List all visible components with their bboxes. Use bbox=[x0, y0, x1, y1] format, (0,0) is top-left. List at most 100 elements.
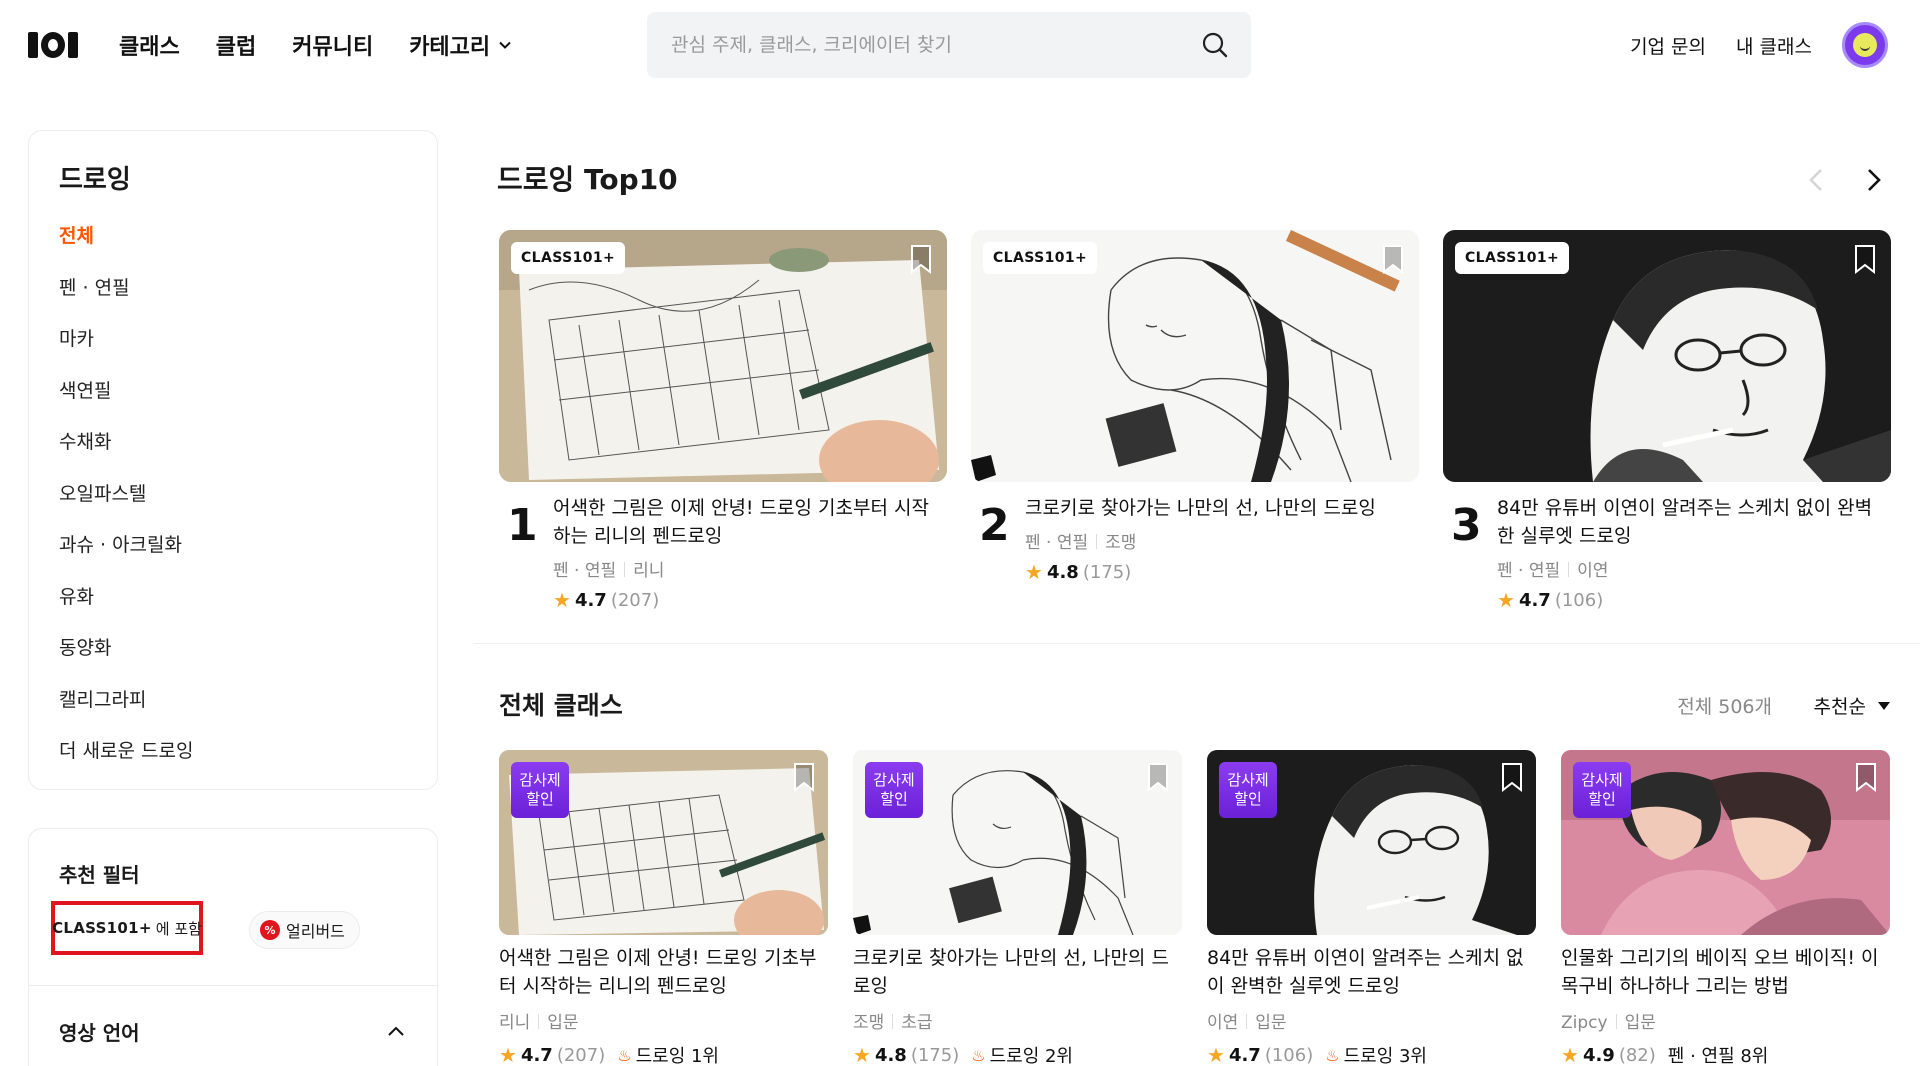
category-item-oriental-painting[interactable]: 동양화 bbox=[59, 633, 193, 685]
sort-dropdown[interactable]: 추천순 bbox=[1814, 692, 1890, 719]
all-classes-title: 전체 클래스 bbox=[499, 691, 623, 720]
my-classes-link[interactable]: 내 클래스 bbox=[1736, 32, 1812, 59]
class101-plus-label: CLASS101+ bbox=[52, 919, 152, 937]
rank-number: 3 bbox=[1451, 500, 1482, 551]
class-thumbnail[interactable]: 감사제 할인 bbox=[499, 750, 828, 935]
top10-card[interactable]: CLASS101+ 1 어색한 그림은 이제 안녕! 드로잉 기초부터 시작하는… bbox=[499, 230, 947, 612]
category-item-gouache-acrylic[interactable]: 과슈 · 아크릴화 bbox=[59, 530, 193, 582]
class-level: 입문 bbox=[1624, 1013, 1656, 1033]
chevron-right-icon[interactable] bbox=[1858, 165, 1888, 195]
class-category: 펜 · 연필 bbox=[553, 561, 617, 581]
bookmark-icon[interactable] bbox=[1500, 762, 1524, 792]
bookmark-icon[interactable] bbox=[1146, 762, 1170, 792]
class-title[interactable]: 84만 유튜버 이연이 알려주는 스케치 없이 완벽한 실루엣 드로잉 bbox=[1497, 494, 1887, 550]
chevron-left-icon[interactable] bbox=[1802, 165, 1832, 195]
class-rating: ★ 4.7 (106) ♨ 드로잉 3위 bbox=[1207, 1042, 1427, 1066]
rating-score: 4.9 bbox=[1582, 1044, 1615, 1066]
class-card[interactable]: 감사제 할인 인물화 그리기의 베이직 오브 베이직! 이목구비 하나하나 그리는… bbox=[1561, 750, 1890, 1066]
category-item-watercolor[interactable]: 수채화 bbox=[59, 427, 193, 479]
nav-classes[interactable]: 클래스 bbox=[119, 29, 180, 61]
category-item-new-drawing[interactable]: 더 새로운 드로잉 bbox=[59, 736, 193, 788]
search-input[interactable] bbox=[671, 12, 1191, 78]
business-inquiry-link[interactable]: 기업 문의 bbox=[1630, 32, 1706, 59]
sale-badge: 감사제 할인 bbox=[865, 762, 923, 818]
bookmark-icon[interactable] bbox=[1854, 762, 1878, 792]
category-item-colored-pencil[interactable]: 색연필 bbox=[59, 376, 193, 428]
class-level: 입문 bbox=[547, 1013, 579, 1033]
category-item-calligraphy[interactable]: 캘리그라피 bbox=[59, 685, 193, 737]
top10-card[interactable]: CLASS101+ 2 크로키로 찾아가는 나만의 선, 나만의 드로잉 펜 ·… bbox=[971, 230, 1419, 584]
class-meta: 펜 · 연필 조맹 bbox=[1025, 528, 1136, 553]
class-card[interactable]: 감사제 할인 어색한 그림은 이제 안녕! 드로잉 기초부터 시작하는 리니의 펜… bbox=[499, 750, 828, 1066]
class-creator: Zipcy bbox=[1561, 1013, 1608, 1033]
class-thumbnail[interactable]: CLASS101+ bbox=[971, 230, 1419, 482]
class-creator: 조맹 bbox=[1105, 533, 1137, 553]
rating-score: 4.7 bbox=[1518, 589, 1551, 611]
class-thumbnail[interactable]: 감사제 할인 bbox=[1207, 750, 1536, 935]
class101-logo[interactable] bbox=[28, 32, 84, 58]
bookmark-icon[interactable] bbox=[1853, 244, 1877, 274]
ranking-badge: ♨ 드로잉 2위 bbox=[971, 1042, 1073, 1066]
class101-plus-filter-chip[interactable]: CLASS101+ 에 포함 bbox=[51, 901, 203, 955]
nav-category[interactable]: 카테고리 bbox=[409, 29, 512, 61]
class-creator: 이연 bbox=[1207, 1013, 1239, 1033]
class-title[interactable]: 인물화 그리기의 베이직 오브 베이직! 이목구비 하나하나 그리는 방법 bbox=[1561, 944, 1886, 1000]
rating-count: (106) bbox=[1554, 589, 1604, 611]
sale-badge: 감사제 할인 bbox=[1573, 762, 1631, 818]
category-item-all[interactable]: 전체 bbox=[59, 221, 193, 273]
star-icon: ★ bbox=[1025, 560, 1043, 584]
class-thumbnail[interactable]: CLASS101+ bbox=[1443, 230, 1891, 482]
rating-score: 4.8 bbox=[1046, 561, 1079, 583]
class-meta: Zipcy 입문 bbox=[1561, 1008, 1656, 1033]
class-thumbnail[interactable]: CLASS101+ bbox=[499, 230, 947, 482]
ranking-label: 펜 · 연필 8위 bbox=[1667, 1046, 1769, 1066]
class-title[interactable]: 크로키로 찾아가는 나만의 선, 나만의 드로잉 bbox=[853, 944, 1178, 1000]
rating-score: 4.8 bbox=[874, 1044, 907, 1066]
class-meta: 이연 입문 bbox=[1207, 1008, 1287, 1033]
class-meta: 펜 · 연필 리니 bbox=[553, 556, 664, 581]
nav-community[interactable]: 커뮤니티 bbox=[292, 29, 373, 61]
early-bird-label: 얼리버드 bbox=[286, 922, 345, 941]
video-language-title: 영상 언어 bbox=[59, 1021, 140, 1045]
class-title[interactable]: 84만 유튜버 이연이 알려주는 스케치 없이 완벽한 실루엣 드로잉 bbox=[1207, 944, 1532, 1000]
chevron-down-icon bbox=[499, 41, 511, 49]
section-divider bbox=[474, 643, 1920, 644]
class-rating: ★ 4.8 (175) bbox=[1025, 560, 1131, 584]
search-icon[interactable] bbox=[1201, 31, 1229, 59]
class-meta: 리니 입문 bbox=[499, 1008, 579, 1033]
bookmark-icon[interactable] bbox=[792, 762, 816, 792]
flame-icon: ♨ bbox=[617, 1045, 632, 1065]
top10-card[interactable]: CLASS101+ 3 84만 유튜버 이연이 알려주는 스케치 없이 완벽한 … bbox=[1443, 230, 1891, 612]
class-creator: 조맹 bbox=[853, 1013, 885, 1033]
early-bird-filter-chip[interactable]: % 얼리버드 bbox=[249, 911, 360, 949]
category-item-oil-painting[interactable]: 유화 bbox=[59, 582, 193, 634]
avatar[interactable] bbox=[1842, 22, 1888, 68]
category-item-marker[interactable]: 마카 bbox=[59, 324, 193, 376]
bookmark-icon[interactable] bbox=[1381, 244, 1405, 274]
class-thumbnail[interactable]: 감사제 할인 bbox=[1561, 750, 1890, 935]
sort-label: 추천순 bbox=[1813, 696, 1866, 718]
class-title[interactable]: 어색한 그림은 이제 안녕! 드로잉 기초부터 시작하는 리니의 펜드로잉 bbox=[499, 944, 824, 1000]
class-card[interactable]: 감사제 할인 84만 유튜버 이연이 알려주는 스케치 없이 완벽한 실루엣 드로… bbox=[1207, 750, 1536, 1066]
rating-count: (175) bbox=[910, 1044, 960, 1066]
class-rating: ★ 4.8 (175) ♨ 드로잉 2위 bbox=[853, 1042, 1073, 1066]
class-title[interactable]: 어색한 그림은 이제 안녕! 드로잉 기초부터 시작하는 리니의 펜드로잉 bbox=[553, 494, 943, 550]
flame-icon: ♨ bbox=[971, 1045, 986, 1065]
class-thumbnail[interactable]: 감사제 할인 bbox=[853, 750, 1182, 935]
recommended-filter-panel: 추천 필터 CLASS101+ 에 포함 % 얼리버드 영상 언어 bbox=[28, 828, 439, 1066]
bookmark-icon[interactable] bbox=[909, 244, 933, 274]
chevron-up-icon[interactable] bbox=[385, 1021, 407, 1043]
sale-badge: 감사제 할인 bbox=[1219, 762, 1277, 818]
nav-club[interactable]: 클럽 bbox=[216, 29, 256, 61]
logo-bar bbox=[68, 32, 78, 58]
ranking-label: 드로잉 1위 bbox=[635, 1046, 719, 1066]
class-level: 초급 bbox=[901, 1013, 933, 1033]
rating-count: (207) bbox=[556, 1044, 606, 1066]
ranking-badge: ♨ 드로잉 1위 bbox=[617, 1042, 719, 1066]
class-card[interactable]: 감사제 할인 크로키로 찾아가는 나만의 선, 나만의 드로잉 조맹 초급 ★ 4.8… bbox=[853, 750, 1182, 1066]
sale-badge-line2: 할인 bbox=[880, 790, 908, 808]
category-item-pen-pencil[interactable]: 펜 · 연필 bbox=[59, 273, 193, 325]
class-title[interactable]: 크로키로 찾아가는 나만의 선, 나만의 드로잉 bbox=[1025, 494, 1415, 522]
avatar-face-icon bbox=[1853, 33, 1877, 57]
category-item-oil-pastel[interactable]: 오일파스텔 bbox=[59, 479, 193, 531]
